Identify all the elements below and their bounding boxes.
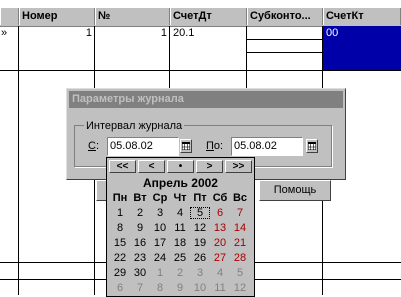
calendar-day[interactable]: 1	[150, 267, 170, 279]
calendar-day[interactable]: 20	[210, 237, 230, 249]
help-button[interactable]: Помощь	[259, 180, 331, 201]
calendar-day[interactable]: 2	[170, 267, 190, 279]
grid-line	[247, 39, 322, 40]
weekday-header: Вт	[133, 192, 147, 204]
calendar-day[interactable]: 1	[110, 207, 130, 219]
weekday-header: Вс	[232, 192, 248, 204]
interval-group-label: Интервал журнала	[84, 120, 185, 132]
grid-line	[0, 70, 401, 71]
cell-schet-dt[interactable]: 20.1	[173, 27, 194, 39]
weekday-header: Чт	[173, 192, 187, 204]
calendar-day[interactable]: 4	[170, 207, 190, 219]
today-button[interactable]: •	[167, 160, 194, 173]
cell-number[interactable]: 1	[95, 27, 167, 39]
calendar-day[interactable]: 29	[110, 267, 130, 279]
column-header-marker[interactable]	[0, 8, 19, 25]
calendar-day[interactable]: 23	[130, 252, 150, 264]
grid-line	[18, 26, 19, 295]
calendar-day[interactable]: 6	[110, 282, 130, 294]
calendar-day[interactable]: 5	[230, 267, 250, 279]
calendar-day[interactable]: 25	[170, 252, 190, 264]
prev-year-button[interactable]: <<	[109, 160, 136, 173]
column-header-number[interactable]: №	[95, 8, 170, 25]
cell-nomer[interactable]: 1	[19, 27, 92, 39]
weekday-header: Пт	[193, 192, 207, 204]
calendar-day[interactable]: 27	[210, 252, 230, 264]
calendar-day[interactable]: 5	[190, 207, 210, 219]
column-header-schet-kt[interactable]: СчетКт	[323, 8, 401, 25]
calendar-day[interactable]: 2	[130, 207, 150, 219]
calendar-day[interactable]: 13	[210, 222, 230, 234]
calendar-day[interactable]: 10	[190, 282, 210, 294]
calendar-day[interactable]: 8	[150, 282, 170, 294]
column-header-schet-dt[interactable]: СчетДт	[170, 8, 247, 25]
next-month-button[interactable]: >	[196, 160, 223, 173]
to-label-key: П	[206, 140, 214, 152]
weekday-header: Ср	[152, 192, 168, 204]
calendar-day[interactable]: 3	[150, 207, 170, 219]
dialog-title[interactable]: Параметры журнала	[69, 91, 343, 108]
calendar-day[interactable]: 11	[210, 282, 230, 294]
cell-schet-kt-value: 00	[326, 27, 339, 39]
calendar-day[interactable]: 14	[230, 222, 250, 234]
calendar-day[interactable]: 9	[130, 222, 150, 234]
calendar-day[interactable]: 15	[110, 237, 130, 249]
calendar-day[interactable]: 26	[190, 252, 210, 264]
calendar-day[interactable]: 30	[130, 267, 150, 279]
next-year-button[interactable]: >>	[225, 160, 252, 173]
calendar-day[interactable]: 22	[110, 252, 130, 264]
calendar-day[interactable]: 28	[230, 252, 250, 264]
calendar-day[interactable]: 3	[190, 267, 210, 279]
from-calendar-button[interactable]	[180, 139, 192, 153]
grid-line	[247, 52, 322, 53]
calendar-day[interactable]: 6	[210, 207, 230, 219]
column-header-subkonto[interactable]: Субконто...	[247, 8, 323, 25]
row-marker[interactable]: »	[1, 27, 7, 39]
to-date-input[interactable]: 05.08.02	[231, 137, 303, 156]
calendar-day[interactable]: 4	[210, 267, 230, 279]
calendar-day[interactable]: 17	[150, 237, 170, 249]
column-header-nomer[interactable]: Номер	[19, 8, 95, 25]
calendar-day[interactable]: 19	[190, 237, 210, 249]
calendar-day[interactable]: 21	[230, 237, 250, 249]
calendar-day[interactable]: 12	[230, 282, 250, 294]
calendar-day[interactable]: 9	[170, 282, 190, 294]
calendar-day[interactable]: 24	[150, 252, 170, 264]
calendar-day[interactable]: 8	[110, 222, 130, 234]
from-label-key: С	[88, 140, 96, 152]
calendar-day[interactable]: 11	[170, 222, 190, 234]
to-label: По:	[206, 140, 223, 152]
calendar-popup: << < • > >> Апрель 2002 Пн Вт Ср Чт Пт С…	[106, 157, 255, 297]
calendar-day[interactable]: 10	[150, 222, 170, 234]
to-calendar-button[interactable]	[306, 139, 318, 153]
from-date-input[interactable]: 05.08.02	[107, 137, 179, 156]
grid-header: Номер № СчетДт Субконто... СчетКт	[0, 8, 401, 27]
calendar-day[interactable]: 12	[190, 222, 210, 234]
calendar-day[interactable]: 18	[170, 237, 190, 249]
calendar-day[interactable]: 7	[230, 207, 250, 219]
calendar-icon	[182, 142, 190, 150]
calendar-icon	[308, 142, 316, 150]
from-label-rest: :	[95, 140, 100, 152]
selected-cell-schet-kt[interactable]: 00	[323, 26, 401, 70]
weekday-header: Сб	[212, 192, 228, 204]
calendar-day[interactable]: 7	[130, 282, 150, 294]
calendar-day[interactable]: 16	[130, 237, 150, 249]
calendar-month-title: Апрель 2002	[143, 176, 218, 190]
prev-month-button[interactable]: <	[138, 160, 165, 173]
from-label: С:	[88, 140, 99, 152]
to-label-rest: о:	[213, 140, 224, 152]
weekday-header: Пн	[112, 192, 128, 204]
